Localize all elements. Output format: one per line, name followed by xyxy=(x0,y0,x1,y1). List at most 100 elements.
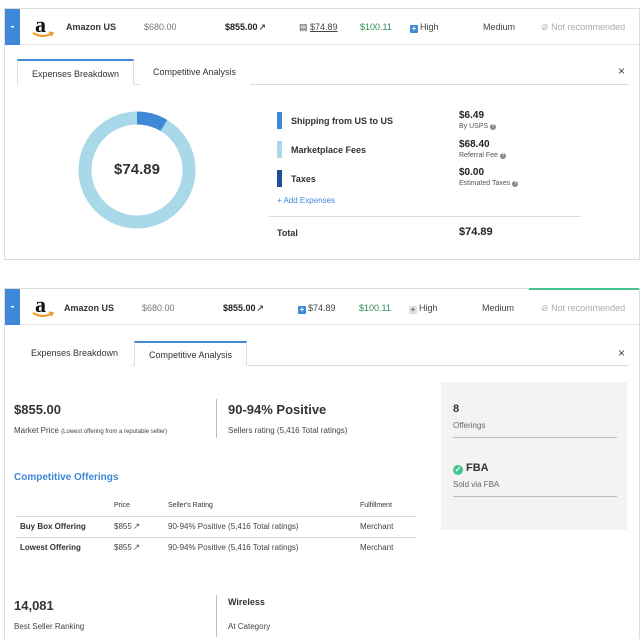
recommendation: ⊘ Not recommended xyxy=(541,22,625,33)
divider xyxy=(216,595,217,637)
store-name: Amazon US xyxy=(64,303,115,313)
demand-value: High xyxy=(420,22,439,32)
market-price-value: $855.00 xyxy=(14,402,61,417)
close-icon[interactable]: × xyxy=(618,346,625,360)
fulfillment-cell: Merchant xyxy=(356,536,416,558)
competition: Medium xyxy=(482,303,515,313)
profit: $100.11 xyxy=(360,22,392,32)
total-label: Total xyxy=(277,228,298,238)
fees-sub: Referral Fee? xyxy=(459,152,506,159)
summary-sidebar: 8 Offerings ✓ FBA Sold via FBA xyxy=(441,382,627,530)
taxes-color-swatch xyxy=(277,170,282,187)
amazon-logo-icon: a xyxy=(32,14,54,39)
tab-competitive-analysis[interactable]: Competitive Analysis xyxy=(139,59,251,85)
price-value: $855 xyxy=(114,522,132,531)
store-name: Amazon US xyxy=(66,22,117,32)
market-price-link[interactable]: $855.00↗ xyxy=(225,22,266,33)
row-label: Lowest Offering xyxy=(16,536,110,558)
plus-icon: + xyxy=(409,305,417,314)
shipping-amount: $6.49 xyxy=(459,110,485,121)
plus-icon: + xyxy=(410,24,418,33)
row-label: Buy Box Offering xyxy=(16,515,110,537)
fees-amount: $68.40 xyxy=(459,139,490,150)
rating-cell: 90-94% Positive (5,416 Total ratings) xyxy=(164,515,356,537)
expenses-value: $74.89 xyxy=(310,22,338,32)
shipping-sub-text: By USPS xyxy=(459,123,489,130)
divider xyxy=(453,496,617,497)
add-expenses-link[interactable]: + Add Expenses xyxy=(277,196,335,205)
donut-center-total: $74.89 xyxy=(114,161,160,178)
divider xyxy=(216,399,217,438)
best-seller-rank-label: Best Seller Ranking xyxy=(14,622,85,631)
competitive-panel: - a Amazon US $680.00 $855.00↗ + $74.89 $… xyxy=(4,288,640,639)
info-icon[interactable]: ? xyxy=(490,124,497,130)
no-recommend-icon: ⊘ xyxy=(541,22,549,32)
market-price-link[interactable]: $855.00↗ xyxy=(223,303,264,314)
collapse-toggle[interactable]: - xyxy=(5,9,20,45)
listing-row[interactable]: - a Amazon US $680.00 $855.00↗ ▤ $74.89 … xyxy=(5,9,639,45)
offerings-label: Offerings xyxy=(453,421,486,430)
recommendation: ⊘ Not recommended xyxy=(541,303,625,314)
tab-competitive-analysis[interactable]: Competitive Analysis xyxy=(134,341,248,366)
tab-bar: Expenses Breakdown Competitive Analysis … xyxy=(17,59,629,85)
market-price-value: $855.00 xyxy=(225,22,258,32)
price-cell[interactable]: $855↗ xyxy=(110,515,164,537)
plus-icon: + xyxy=(298,305,306,314)
column-header: Seller's Rating xyxy=(168,501,213,509)
column-header: Price xyxy=(114,501,130,509)
calculator-icon: ▤ xyxy=(299,22,308,32)
external-link-icon[interactable]: ↗ xyxy=(257,303,265,314)
collapse-toggle[interactable]: - xyxy=(5,289,20,325)
info-icon[interactable]: ? xyxy=(512,181,519,187)
external-link-icon[interactable]: ↗ xyxy=(259,22,267,33)
market-price-value: $855.00 xyxy=(223,303,256,313)
fba-value: FBA xyxy=(466,462,489,474)
column-header xyxy=(16,495,110,516)
divider xyxy=(453,437,617,438)
fulfillment-cell: Merchant xyxy=(356,515,416,537)
demand: + High xyxy=(410,22,439,33)
offerings-count: 8 xyxy=(453,403,460,415)
section-title: Competitive Offerings xyxy=(14,472,119,483)
market-price-label: Market Price xyxy=(14,426,59,435)
taxes-sub: Estimated Taxes? xyxy=(459,180,519,187)
shipping-sub: By USPS? xyxy=(459,123,497,130)
price: $680.00 xyxy=(142,303,175,313)
price: $680.00 xyxy=(144,22,177,32)
expenses-link[interactable]: + $74.89 xyxy=(298,303,336,314)
divider xyxy=(269,216,581,217)
fba-label: Sold via FBA xyxy=(453,480,500,489)
fba-status: ✓ FBA xyxy=(453,462,489,475)
tab-expenses-breakdown[interactable]: Expenses Breakdown xyxy=(17,59,135,85)
check-circle-icon: ✓ xyxy=(453,465,463,475)
info-icon[interactable]: ? xyxy=(499,153,506,159)
profit: $100.11 xyxy=(359,303,391,313)
demand-value: High xyxy=(419,303,438,313)
market-price-caption: Market Price (Lowest offering from a rep… xyxy=(14,426,167,435)
total-value: $74.89 xyxy=(459,226,493,238)
listing-row[interactable]: - a Amazon US $680.00 $855.00↗ + $74.89 $… xyxy=(5,289,639,325)
no-recommend-icon: ⊘ xyxy=(541,303,549,313)
shipping-color-swatch xyxy=(277,112,282,129)
table-row: Lowest Offering $855↗ 90-94% Positive (5… xyxy=(16,536,416,558)
fees-label: Marketplace Fees xyxy=(291,145,367,155)
recommendation-text: Not recommended xyxy=(551,303,626,313)
external-link-icon[interactable]: ↗ xyxy=(133,542,141,553)
column-header: Fulfillment xyxy=(360,501,392,509)
demand: + High xyxy=(409,303,438,314)
price-cell[interactable]: $855↗ xyxy=(110,536,164,558)
category-value: Wireless xyxy=(228,597,265,607)
tab-bar: Expenses Breakdown Competitive Analysis … xyxy=(17,341,629,366)
expenses-link[interactable]: ▤ $74.89 xyxy=(299,22,338,33)
fees-color-swatch xyxy=(277,141,282,158)
best-seller-rank: 14,081 xyxy=(14,598,54,613)
price-value: $855 xyxy=(114,543,132,553)
close-icon[interactable]: × xyxy=(618,64,625,78)
taxes-sub-text: Estimated Taxes xyxy=(459,180,511,187)
taxes-amount: $0.00 xyxy=(459,167,485,178)
fees-sub-text: Referral Fee xyxy=(459,152,498,159)
expenses-value: $74.89 xyxy=(308,303,336,313)
shipping-label: Shipping from US to US xyxy=(291,116,393,126)
external-link-icon[interactable]: ↗ xyxy=(133,521,141,532)
tab-expenses-breakdown[interactable]: Expenses Breakdown xyxy=(17,341,133,366)
